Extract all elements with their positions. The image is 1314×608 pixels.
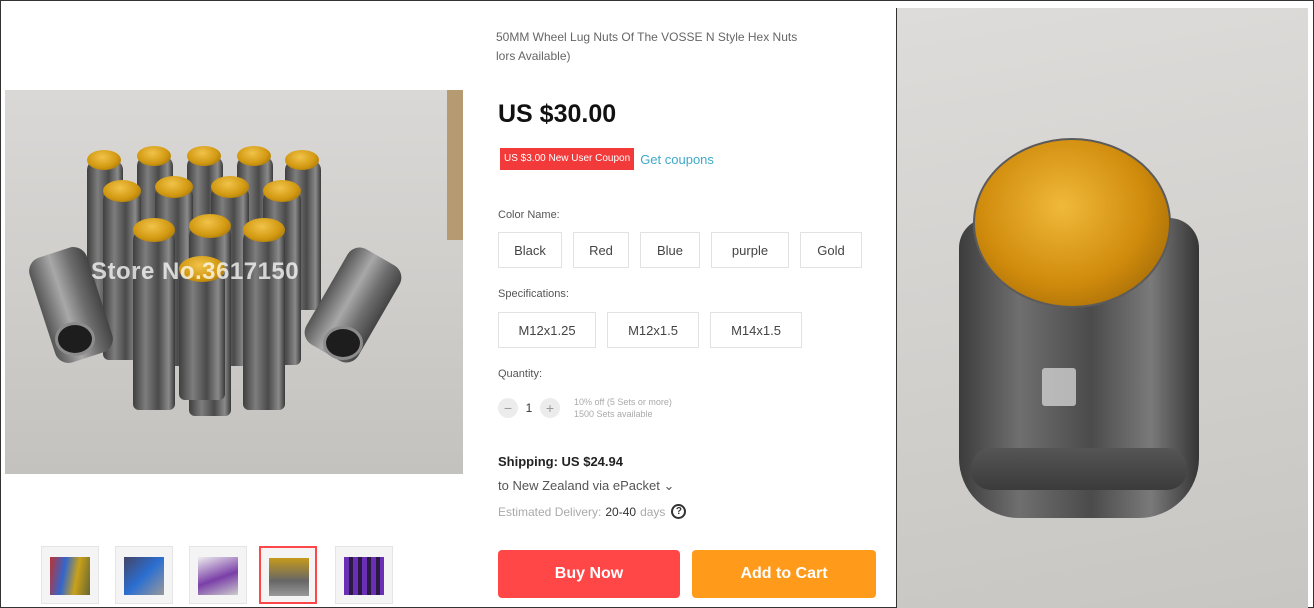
help-icon[interactable]: ? xyxy=(671,504,687,519)
cardboard-box xyxy=(447,90,463,240)
spec-option-m12x1-25[interactable]: M12x1.25 xyxy=(498,312,596,348)
buy-now-button[interactable]: Buy Now xyxy=(498,550,680,598)
product-closeup-image xyxy=(896,8,1308,608)
spec-options: M12x1.25 M12x1.5 M14x1.5 xyxy=(498,312,813,348)
thumbnail-5[interactable] xyxy=(335,546,393,604)
gold-cap xyxy=(243,218,285,242)
color-option-gold[interactable]: Gold xyxy=(800,232,862,268)
shipping-destination-dropdown[interactable]: to New Zealand via ePacket ⌄ xyxy=(498,478,674,494)
product-gallery: Store No.3617150 xyxy=(5,8,465,608)
product-info: 50MM Wheel Lug Nuts Of The VOSSE N Style… xyxy=(496,28,896,608)
gold-cap xyxy=(155,176,193,198)
discount-note: 10% off (5 Sets or more) xyxy=(574,397,672,407)
gold-cap xyxy=(211,176,249,198)
quantity-minus-button[interactable]: − xyxy=(498,398,518,418)
quantity-value[interactable]: 1 xyxy=(518,401,540,415)
spec-option-m12x1-5[interactable]: M12x1.5 xyxy=(607,312,699,348)
specifications-label: Specifications: xyxy=(498,288,569,300)
color-option-blue[interactable]: Blue xyxy=(640,232,700,268)
lug-nut xyxy=(179,270,225,400)
add-to-cart-button[interactable]: Add to Cart xyxy=(692,550,876,598)
gold-cap xyxy=(137,146,171,166)
delivery-days-value: 20-40 xyxy=(605,504,637,519)
estimated-delivery-label: Estimated Delivery: xyxy=(498,504,602,519)
color-label: Color Name: xyxy=(498,209,560,221)
thumbnail-3[interactable] xyxy=(189,546,247,604)
coupon-row: US $3.00 New User Coupon Get coupons xyxy=(500,148,714,170)
spec-option-m14x1-5[interactable]: M14x1.5 xyxy=(710,312,802,348)
thumbnail-2[interactable] xyxy=(115,546,173,604)
availability-note: 1500 Sets available xyxy=(574,409,653,419)
gold-cap xyxy=(133,218,175,242)
lug-nut xyxy=(243,230,285,410)
main-product-image[interactable]: Store No.3617150 xyxy=(5,90,463,474)
gold-cap xyxy=(237,146,271,166)
get-coupons-link[interactable]: Get coupons xyxy=(640,152,714,167)
brand-logo-icon xyxy=(1042,368,1076,406)
delivery-days-unit: days xyxy=(640,504,666,519)
quantity-note: 10% off (5 Sets or more) 1500 Sets avail… xyxy=(574,396,672,420)
store-watermark: Store No.3617150 xyxy=(91,258,300,285)
gold-cap xyxy=(263,180,301,202)
thumbnail-strip xyxy=(41,546,401,608)
product-title-line-1: 50MM Wheel Lug Nuts Of The VOSSE N Style… xyxy=(496,30,798,44)
gold-cap xyxy=(87,150,121,170)
gold-cap xyxy=(189,214,231,238)
gold-cap xyxy=(187,146,221,166)
color-option-black[interactable]: Black xyxy=(498,232,562,268)
coupon-badge: US $3.00 New User Coupon xyxy=(500,148,635,170)
quantity-stepper: − 1 + 10% off (5 Sets or more) 1500 Sets… xyxy=(498,396,672,420)
gold-cap xyxy=(103,180,141,202)
color-option-purple[interactable]: purple xyxy=(711,232,789,268)
lug-nut-ring xyxy=(971,448,1187,490)
thumbnail-4[interactable] xyxy=(259,546,317,604)
open-nut-hole xyxy=(55,322,95,356)
estimated-delivery: Estimated Delivery: 20-40 days ? xyxy=(498,504,687,519)
product-title-line-2: lors Available) xyxy=(496,49,571,63)
color-option-red[interactable]: Red xyxy=(573,232,629,268)
color-options: Black Red Blue purple Gold xyxy=(498,232,873,268)
shipping-cost: Shipping: US $24.94 xyxy=(498,454,623,469)
quantity-plus-button[interactable]: + xyxy=(540,398,560,418)
open-nut-hole xyxy=(323,326,363,360)
lug-nut xyxy=(133,230,175,410)
product-price: US $30.00 xyxy=(498,100,617,128)
thumbnail-1[interactable] xyxy=(41,546,99,604)
gold-cap xyxy=(973,138,1171,308)
gold-cap xyxy=(285,150,319,170)
quantity-label: Quantity: xyxy=(498,368,543,380)
